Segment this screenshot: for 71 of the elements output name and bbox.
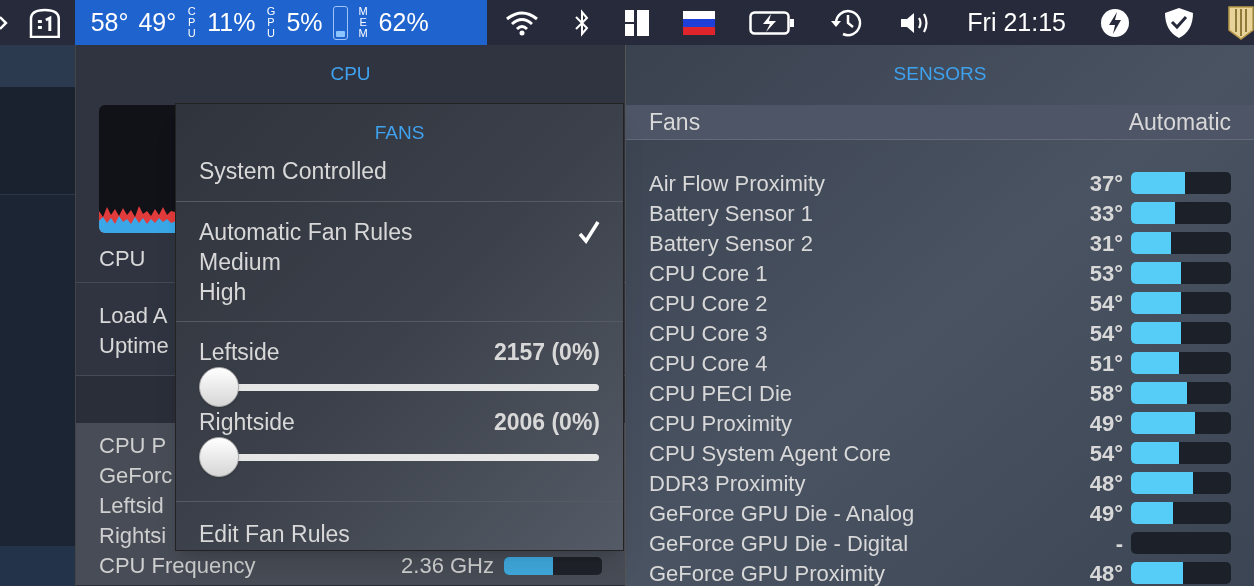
sensor-label: Battery Sensor 1 — [649, 199, 814, 228]
fan-speed-slider[interactable] — [199, 367, 599, 407]
menu-bar-reading: 58° — [90, 6, 129, 38]
sensor-value: 53° — [1089, 259, 1123, 288]
lightning-icon[interactable] — [1100, 7, 1130, 38]
panel-title: CPU — [329, 62, 372, 86]
flag-icon[interactable] — [683, 10, 716, 35]
sensor-value: 54° — [1089, 439, 1123, 468]
sensor-label: DDR3 Proximity — [649, 469, 807, 498]
vertical-label: MEM — [357, 6, 369, 39]
sensor-label: CPU System Agent Core — [649, 439, 893, 468]
menu-bar-clock[interactable]: Fri 21:15 — [967, 3, 1066, 42]
sensor-value: 54° — [1089, 319, 1123, 348]
sensor-value: 37° — [1089, 169, 1123, 198]
fans-mode[interactable]: Automatic — [1128, 104, 1231, 139]
sensor-label: Leftsid — [99, 492, 164, 520]
info-label: Uptime — [99, 331, 169, 360]
menu-item[interactable]: Medium — [199, 247, 600, 277]
sensor-value: 31° — [1089, 229, 1123, 258]
fans-label: Fans — [649, 107, 702, 137]
fan-speed: 2157 (0%) — [493, 337, 600, 367]
sensor-value: 58° — [1089, 379, 1123, 408]
menu-title: FANS — [373, 121, 426, 145]
sensor-label: CPU Core 3 — [649, 319, 769, 348]
sensor-value: 33° — [1089, 199, 1123, 228]
sensor-label: CPU Core 1 — [649, 259, 769, 288]
menu-item[interactable]: High — [199, 277, 600, 307]
sensor-value: 49° — [1089, 409, 1123, 438]
vertical-label: CPU — [186, 6, 197, 39]
info-label: Load A — [99, 301, 168, 330]
fan-name: Leftside — [199, 337, 281, 367]
sensor-value: 51° — [1089, 349, 1123, 378]
menu-bar-reading: 49° — [138, 6, 177, 38]
vertical-label: GPU — [265, 6, 277, 39]
sensor-value: 2.36 GHz — [401, 552, 494, 580]
shield-icon[interactable] — [1228, 5, 1254, 40]
sensor-value: - — [1115, 529, 1123, 558]
sensor-label: GeForc — [99, 462, 173, 490]
menu-item[interactable]: Edit Fan Rules — [176, 501, 623, 552]
wifi-icon[interactable] — [505, 9, 540, 36]
sensor-label: GeForce GPU Proximity — [649, 559, 886, 586]
battery-charging-icon[interactable] — [749, 10, 796, 35]
window-layout-icon[interactable] — [625, 9, 650, 36]
menu-bar-reading: 62% — [378, 6, 429, 38]
sensor-value: 48° — [1089, 559, 1123, 586]
sensor-label: Air Flow Proximity — [649, 169, 826, 198]
sensor-label: CPU Core 4 — [649, 349, 769, 378]
fan-speed-slider[interactable] — [199, 437, 599, 477]
sensor-value: 49° — [1089, 499, 1123, 528]
menu-bar-reading: 11% — [207, 6, 256, 38]
sensor-label: CPU P — [99, 432, 167, 460]
sensor-label: Battery Sensor 2 — [649, 229, 814, 258]
fan-name: Rightside — [199, 407, 296, 437]
sensor-label: CPU Core 2 — [649, 289, 769, 318]
fan-speed: 2006 (0%) — [493, 407, 600, 437]
sensor-value: 54° — [1089, 289, 1123, 318]
menu-item[interactable]: System Controlled — [176, 147, 623, 201]
menu-item[interactable]: Automatic Fan Rules — [199, 217, 600, 247]
sensor-label: CPU Proximity — [649, 409, 793, 438]
sensor-label: Rightsi — [99, 522, 167, 550]
menu-bar-reading: 5% — [286, 6, 323, 38]
shield-check-icon[interactable] — [1164, 6, 1194, 39]
sensor-label: CPU PECI Die — [649, 379, 794, 408]
sensor-label: CPU Frequency — [99, 552, 256, 580]
sensor-value: 48° — [1089, 469, 1123, 498]
sensor-label: GeForce GPU Die - Analog — [649, 499, 916, 528]
memory-gauge-icon — [332, 5, 348, 40]
graph-label: CPU — [99, 244, 146, 273]
panel-title: SENSORS — [892, 62, 988, 86]
sensor-label: GeForce GPU Die - Digital — [649, 529, 910, 558]
desktop-space-icon[interactable] — [27, 6, 62, 39]
